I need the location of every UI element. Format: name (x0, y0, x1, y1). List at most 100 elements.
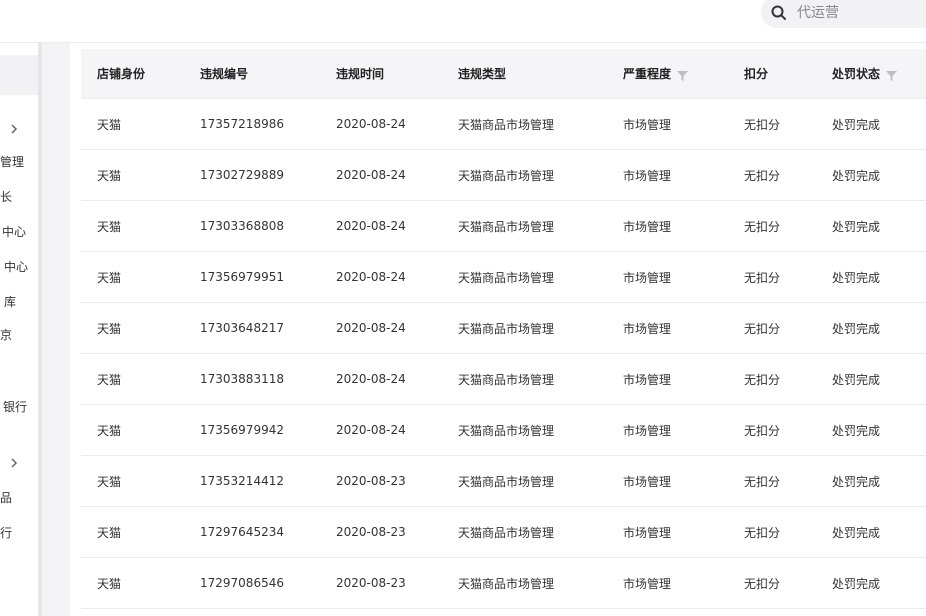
top-bar (0, 0, 926, 43)
cell-violation-id: 17297645234 (184, 506, 320, 558)
table-row[interactable]: 天猫 17357218986 2020-08-24 天猫商品市场管理 市场管理 无扣分 处罚… (81, 98, 926, 150)
sidebar-scrollbar[interactable] (38, 43, 42, 616)
filter-icon[interactable] (886, 70, 898, 81)
cell-violation-time: 2020-08-24 (320, 353, 442, 405)
chevron-right-icon[interactable] (9, 121, 19, 137)
cell-violation-type: 天猫商品市场管理 (442, 149, 607, 201)
cell-severity: 市场管理 (607, 302, 728, 354)
cell-violation-time: 2020-08-23 (320, 557, 442, 609)
table-row[interactable]: 天猫 17303883118 2020-08-24 天猫商品市场管理 市场管理 无扣分 处罚… (81, 353, 926, 405)
search-icon (771, 5, 787, 21)
cell-violation-type: 天猫商品市场管理 (442, 404, 607, 456)
cell-status: 处罚完成 (816, 200, 926, 252)
cell-violation-id: 17302729889 (184, 149, 320, 201)
cell-violation-time: 2020-08-23 (320, 455, 442, 507)
cell-severity: 市场管理 (607, 200, 728, 252)
column-header-violation-id: 违规编号 (184, 49, 320, 99)
cell-violation-type: 天猫商品市场管理 (442, 200, 607, 252)
cell-status: 处罚完成 (816, 302, 926, 354)
sidebar-item[interactable]: 管理 (0, 152, 24, 172)
search-input[interactable] (795, 0, 926, 26)
table-row[interactable]: 天猫 17356979942 2020-08-24 天猫商品市场管理 市场管理 无扣分 处罚… (81, 404, 926, 456)
cell-violation-time: 2020-08-24 (320, 251, 442, 303)
column-header-status: 处罚状态 (816, 49, 926, 99)
cell-points: 无扣分 (728, 251, 816, 303)
sidebar-item[interactable]: 中心 (4, 257, 28, 277)
cell-violation-time: 2020-08-24 (320, 200, 442, 252)
cell-status: 处罚完成 (816, 251, 926, 303)
table-row[interactable]: 天猫 17353214412 2020-08-23 天猫商品市场管理 市场管理 无扣分 处罚… (81, 455, 926, 507)
cell-violation-type: 天猫商品市场管理 (442, 251, 607, 303)
sidebar-item-selected[interactable] (0, 55, 38, 95)
table-header-row: 店铺身份 违规编号 违规时间 违规类型 严重程度 扣分 处罚状态 (81, 49, 926, 99)
cell-points: 无扣分 (728, 98, 816, 150)
cell-violation-type: 天猫商品市场管理 (442, 557, 607, 609)
cell-violation-id: 17356979951 (184, 251, 320, 303)
cell-violation-time: 2020-08-24 (320, 404, 442, 456)
cell-violation-id: 17303368808 (184, 200, 320, 252)
cell-violation-id: 17357218986 (184, 98, 320, 150)
cell-severity: 市场管理 (607, 251, 728, 303)
chevron-right-icon[interactable] (9, 455, 19, 471)
cell-severity: 市场管理 (607, 98, 728, 150)
sidebar-item[interactable]: 银行 (3, 397, 27, 417)
cell-status: 处罚完成 (816, 149, 926, 201)
cell-severity: 市场管理 (607, 506, 728, 558)
cell-status: 处罚完成 (816, 98, 926, 150)
table-row[interactable]: 天猫 17297645234 2020-08-23 天猫商品市场管理 市场管理 无扣分 处罚… (81, 506, 926, 558)
cell-shop: 天猫 (81, 200, 184, 252)
cell-violation-id: 17303648217 (184, 302, 320, 354)
cell-points: 无扣分 (728, 149, 816, 201)
table-row[interactable]: 天猫 17297086546 2020-08-23 天猫商品市场管理 市场管理 无扣分 处罚… (81, 557, 926, 609)
cell-violation-type: 天猫商品市场管理 (442, 353, 607, 405)
cell-violation-id: 17356979942 (184, 404, 320, 456)
cell-shop: 天猫 (81, 404, 184, 456)
cell-points: 无扣分 (728, 455, 816, 507)
sidebar-item[interactable]: 库 (4, 292, 16, 312)
column-header-violation-type: 违规类型 (442, 49, 607, 99)
cell-shop: 天猫 (81, 455, 184, 507)
cell-shop: 天猫 (81, 353, 184, 405)
column-header-severity: 严重程度 (607, 49, 728, 99)
table-row[interactable]: 天猫 17302729889 2020-08-24 天猫商品市场管理 市场管理 无扣分 处罚… (81, 149, 926, 201)
filter-icon[interactable] (677, 70, 689, 81)
cell-severity: 市场管理 (607, 353, 728, 405)
column-header-points: 扣分 (728, 49, 816, 99)
column-header-shop: 店铺身份 (81, 49, 184, 99)
cell-points: 无扣分 (728, 404, 816, 456)
main-content: 店铺身份 违规编号 违规时间 违规类型 严重程度 扣分 处罚状态 天猫 17357… (70, 43, 926, 616)
search-box[interactable] (761, 0, 926, 28)
sidebar-item[interactable]: 品 (0, 488, 12, 508)
cell-severity: 市场管理 (607, 149, 728, 201)
cell-violation-type: 天猫商品市场管理 (442, 302, 607, 354)
cell-points: 无扣分 (728, 353, 816, 405)
cell-points: 无扣分 (728, 557, 816, 609)
table-row[interactable]: 天猫 17356979951 2020-08-24 天猫商品市场管理 市场管理 无扣分 处罚… (81, 251, 926, 303)
cell-violation-id: 17297086546 (184, 557, 320, 609)
cell-shop: 天猫 (81, 557, 184, 609)
cell-severity: 市场管理 (607, 557, 728, 609)
cell-severity: 市场管理 (607, 404, 728, 456)
sidebar-item[interactable]: 长 (0, 187, 12, 207)
cell-shop: 天猫 (81, 506, 184, 558)
cell-status: 处罚完成 (816, 353, 926, 405)
column-header-violation-time: 违规时间 (320, 49, 442, 99)
cell-violation-type: 天猫商品市场管理 (442, 455, 607, 507)
cell-severity: 市场管理 (607, 455, 728, 507)
cell-violation-id: 17353214412 (184, 455, 320, 507)
cell-shop: 天猫 (81, 98, 184, 150)
cell-violation-time: 2020-08-23 (320, 506, 442, 558)
sidebar-item[interactable]: 行 (0, 523, 12, 543)
cell-status: 处罚完成 (816, 557, 926, 609)
cell-violation-type: 天猫商品市场管理 (442, 506, 607, 558)
sidebar-item[interactable]: 中心 (2, 222, 26, 242)
sidebar-item[interactable]: 京 (0, 325, 12, 345)
table-row[interactable]: 天猫 17303648217 2020-08-24 天猫商品市场管理 市场管理 无扣分 处罚… (81, 302, 926, 354)
cell-shop: 天猫 (81, 251, 184, 303)
cell-points: 无扣分 (728, 302, 816, 354)
cell-shop: 天猫 (81, 149, 184, 201)
cell-violation-time: 2020-08-24 (320, 302, 442, 354)
cell-violation-type: 天猫商品市场管理 (442, 98, 607, 150)
table-row[interactable]: 天猫 17303368808 2020-08-24 天猫商品市场管理 市场管理 无扣分 处罚… (81, 200, 926, 252)
cell-points: 无扣分 (728, 200, 816, 252)
